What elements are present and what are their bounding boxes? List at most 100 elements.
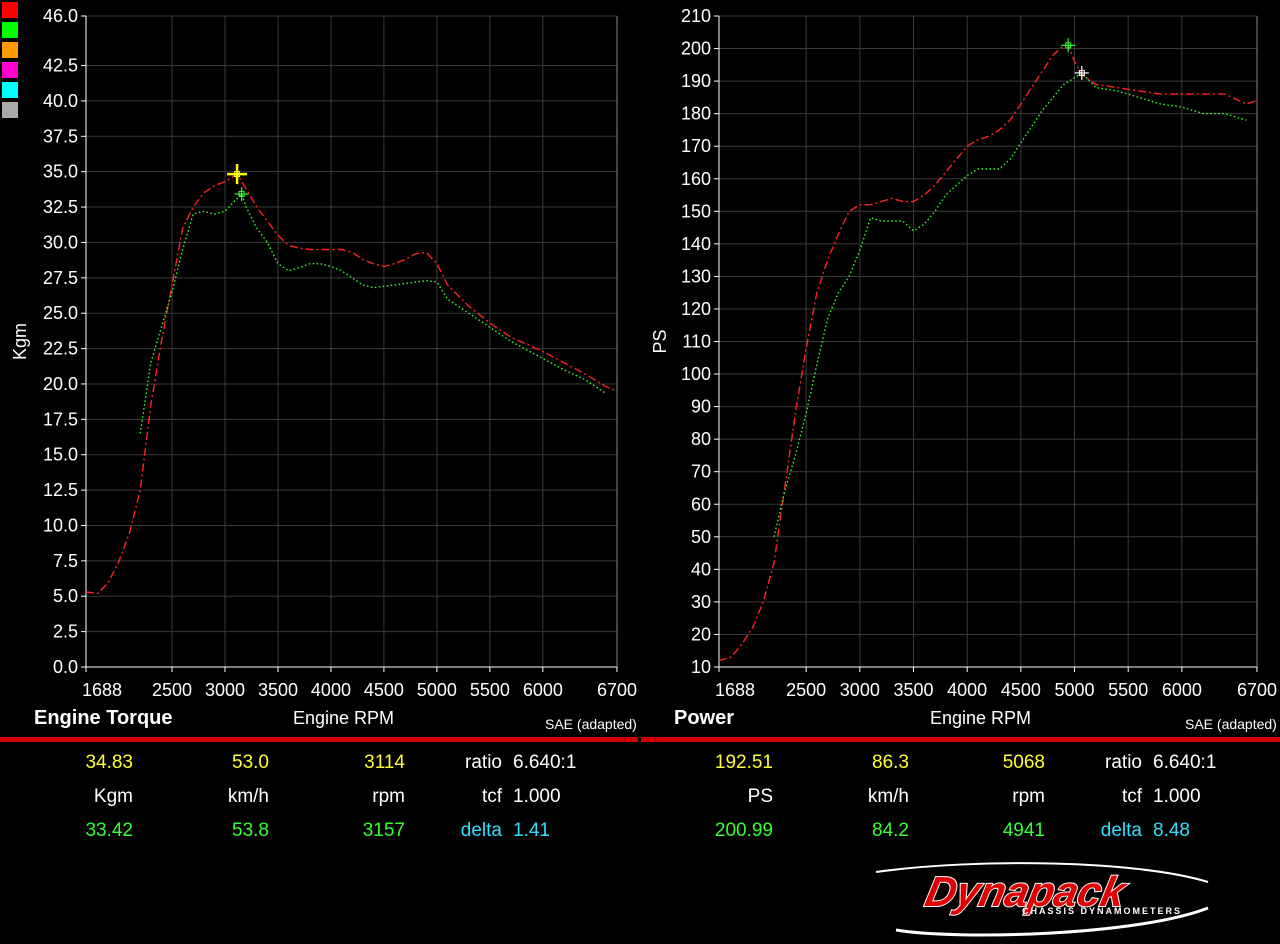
y-tick-label: 0.0 — [53, 657, 78, 677]
y-tick-label: 140 — [681, 234, 711, 254]
torque-delta-value: 1.41 — [513, 820, 550, 841]
y-tick-label: 2.5 — [53, 622, 78, 642]
x-tick-label: 6000 — [1162, 680, 1202, 700]
x-tick-label: 5000 — [1054, 680, 1094, 700]
y-tick-label: 70 — [691, 462, 711, 482]
y-tick-label: 110 — [682, 332, 711, 352]
x-tick-label: 6700 — [1237, 680, 1277, 700]
x-tick-label: 3000 — [205, 680, 245, 700]
y-tick-label: 50 — [691, 527, 711, 547]
y-tick-label: 30.0 — [43, 232, 78, 252]
x-tick-label: 5500 — [470, 680, 510, 700]
power-tcf-label: tcf — [1121, 786, 1142, 807]
logo-tagline-text: CHASSIS DYNAMOMETERS — [1022, 906, 1182, 916]
y-tick-label: 22.5 — [43, 339, 78, 359]
y-tick-label: 30 — [691, 592, 711, 612]
power-speed-unit: km/h — [867, 786, 909, 807]
y-tick-label: 25.0 — [43, 303, 78, 323]
torque-unit: Kgm — [93, 786, 133, 807]
power-panel-title: Power — [674, 707, 735, 729]
x-tick-label: 4000 — [311, 680, 351, 700]
torque-peak-value: 33.42 — [85, 820, 133, 841]
y-tick-label: 46.0 — [43, 6, 78, 26]
torque-tcf-value: 1.000 — [513, 786, 561, 807]
cursor-marker[interactable] — [1061, 38, 1076, 53]
y-axis-label: Kgm — [10, 323, 30, 360]
power-peak-value: 200.99 — [714, 820, 773, 841]
y-tick-label: 20 — [691, 624, 711, 644]
torque-xaxis-label: Engine RPM — [293, 708, 395, 728]
x-tick-label: 3500 — [893, 680, 933, 700]
torque-cursor-rpm: 3114 — [364, 752, 405, 773]
torque-rpm-unit: rpm — [372, 786, 405, 807]
power-cursor-speed: 86.3 — [872, 752, 909, 773]
torque-tcf-label: tcf — [481, 786, 502, 807]
x-tick-label: 2500 — [152, 680, 192, 700]
power-cursor-value: 192.51 — [714, 752, 773, 773]
x-tick-label: 3500 — [258, 680, 298, 700]
y-tick-label: 80 — [691, 429, 711, 449]
power-peak-speed: 84.2 — [872, 820, 909, 841]
x-tick-label: 6000 — [523, 680, 563, 700]
y-tick-label: 10.0 — [43, 515, 78, 535]
y-tick-label: 42.5 — [43, 56, 78, 76]
y-tick-label: 32.5 — [43, 197, 78, 217]
power-sae-note: SAE (adapted) — [1185, 716, 1277, 732]
power-ratio-label: ratio — [1105, 752, 1142, 773]
power-divider — [641, 737, 1280, 742]
x-tick-label: 3000 — [840, 680, 880, 700]
y-tick-label: 100 — [681, 364, 711, 384]
y-tick-label: 37.5 — [43, 126, 78, 146]
y-tick-label: 60 — [691, 494, 711, 514]
power-peak-rpm: 4941 — [1002, 820, 1045, 841]
y-axis-label: PS — [650, 329, 670, 353]
y-tick-label: 27.5 — [43, 268, 78, 288]
y-tick-label: 200 — [681, 39, 711, 59]
y-tick-label: 130 — [681, 266, 711, 286]
torque-ratio-value: 6.640:1 — [513, 752, 577, 773]
y-tick-label: 20.0 — [43, 374, 78, 394]
y-tick-label: 170 — [681, 136, 711, 156]
x-tick-label: 1688 — [715, 680, 755, 700]
y-tick-label: 15.0 — [43, 445, 78, 465]
dynapack-logo: Dynapack CHASSIS DYNAMOMETERS — [875, 862, 1209, 937]
x-tick-label: 1688 — [82, 680, 122, 700]
y-tick-label: 35.0 — [43, 162, 78, 182]
x-tick-label: 5000 — [417, 680, 457, 700]
torque-speed-unit: km/h — [227, 786, 269, 807]
y-tick-label: 160 — [681, 169, 711, 189]
y-tick-label: 210 — [681, 6, 711, 26]
x-tick-label: 2500 — [786, 680, 826, 700]
torque-sae-note: SAE (adapted) — [545, 716, 637, 732]
power-ratio-value: 6.640:1 — [1153, 752, 1217, 773]
cursor-marker[interactable] — [227, 164, 248, 185]
torque-cursor-speed: 53.0 — [232, 752, 269, 773]
y-tick-label: 180 — [681, 104, 711, 124]
power-xaxis-label: Engine RPM — [930, 708, 1032, 728]
series-line-1 — [773, 71, 1247, 537]
y-tick-label: 40.0 — [43, 91, 78, 111]
power-delta-label: delta — [1100, 820, 1142, 841]
torque-cursor-value: 34.83 — [85, 752, 133, 773]
power-cursor-rpm: 5068 — [1002, 752, 1045, 773]
power-delta-value: 8.48 — [1153, 820, 1190, 841]
chart-0: 46.0 42.5 40.0 37.5 35.0 32.5 30.0 27.5 25.0 22.5… — [10, 6, 637, 700]
torque-delta-label: delta — [460, 820, 502, 841]
torque-panel-title: Engine Torque — [34, 707, 173, 729]
y-tick-label: 190 — [681, 71, 711, 91]
power-rpm-unit: rpm — [1012, 786, 1045, 807]
x-tick-label: 6700 — [597, 680, 637, 700]
chart-1: 210 200 190 180 170 160 150 140 130 120 110 100 90 80… — [650, 6, 1277, 700]
x-tick-label: 4500 — [364, 680, 404, 700]
x-tick-label: 5500 — [1108, 680, 1148, 700]
series-line-0 — [718, 44, 1258, 662]
y-tick-label: 10 — [691, 657, 711, 677]
torque-peak-speed: 53.8 — [232, 820, 269, 841]
y-tick-label: 5.0 — [53, 586, 78, 606]
y-tick-label: 40 — [691, 559, 711, 579]
y-tick-label: 150 — [681, 201, 711, 221]
torque-divider — [0, 737, 638, 742]
y-tick-label: 7.5 — [53, 551, 78, 571]
power-tcf-value: 1.000 — [1153, 786, 1201, 807]
y-tick-label: 12.5 — [43, 480, 78, 500]
